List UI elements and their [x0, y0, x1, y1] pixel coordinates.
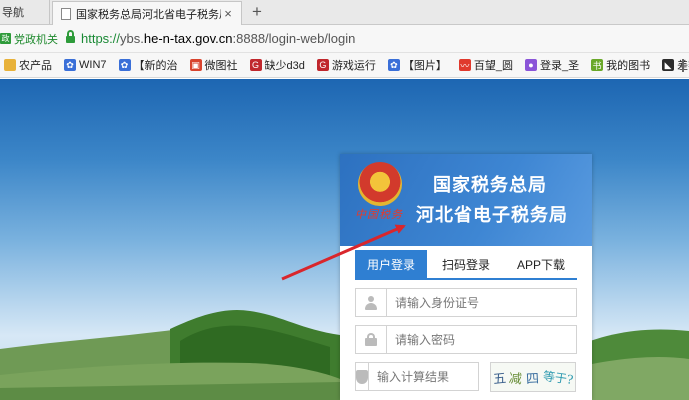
bookmarks-bar: 农产品 ✿ WIN7 ✿ 【新的治 ▣ 微图社 G 缺少d3d G 游戏运行 ✿ 【图片】〰百望_圆 ● 登… [0, 53, 689, 78]
bookmark-label: 【新的治 [133, 60, 178, 72]
bookmark-label: 游戏运行 [331, 60, 376, 72]
header-subtitle: 河北省电子税务局 [416, 205, 568, 225]
bookmark-item[interactable]: 书我的图书 [591, 57, 650, 73]
bookmark-item[interactable]: ✿ WIN7 [64, 59, 107, 71]
gov-badge-label: 党政机关 [14, 33, 58, 46]
id-number-input[interactable] [387, 290, 576, 315]
header-title: 国家税务总局 [433, 175, 547, 195]
captcha-image[interactable]: 五 减 四 等于? [490, 362, 576, 392]
login-header: 中国税务 国家税务总局 河北省电子税务局 [340, 154, 592, 246]
tab-user-login[interactable]: 用户登录 [355, 250, 427, 278]
tab-scan-login[interactable]: 扫码登录 [427, 250, 505, 278]
picture-icon: ▣ [189, 59, 202, 71]
emblem-text: 中国税务 [355, 208, 403, 221]
bookmark-item[interactable]: G 游戏运行 [316, 57, 376, 73]
password-field[interactable] [355, 325, 577, 354]
bookmarks-more-icon[interactable] [682, 59, 685, 72]
login-tabs: 用户登录 扫码登录 APP下载 [355, 250, 577, 280]
paw-icon: ✿ [118, 59, 131, 71]
tab-close-icon[interactable]: × [221, 6, 235, 21]
bookmark-item[interactable]: ● 登录_圣 [524, 57, 580, 73]
address-bar[interactable]: 政 党政机关 https://ybs.he-n-tax.gov.cn:8888/… [0, 25, 689, 53]
captcha-char: 五 [492, 370, 507, 388]
gov-badge[interactable]: 政 党政机关 [0, 31, 62, 47]
bookmark-label: 农产品 [19, 60, 52, 72]
bookmark-item[interactable]: G 缺少d3d [249, 57, 305, 73]
lock-icon [356, 326, 387, 353]
password-input[interactable] [387, 327, 576, 352]
secure-lock-icon[interactable] [66, 29, 75, 44]
tab-title: 国家税务总局河北省电子税务局 [76, 8, 221, 21]
bookmark-item[interactable]: ✿ 【新的治 [118, 57, 178, 73]
book-icon: 书 [591, 59, 604, 71]
captcha-char: 四 [525, 371, 540, 387]
browser-tab-bar: 导航 国家税务总局河北省电子税务局 × + [0, 0, 689, 25]
tax-emblem-icon [358, 162, 402, 206]
url-path: :8888/login-web/login [232, 31, 356, 46]
bookmark-label: 百望_圆 [473, 60, 513, 72]
captcha-field[interactable] [355, 362, 532, 391]
id-number-field[interactable] [355, 288, 577, 317]
g-icon: G [316, 59, 329, 71]
new-tab-button[interactable]: + [247, 0, 267, 24]
paw-icon: ✿ [64, 59, 76, 71]
page-icon [61, 7, 71, 20]
tab-active[interactable]: 国家税务总局河北省电子税务局 × [52, 1, 242, 25]
wave-icon: 〰 [458, 59, 471, 71]
bookmark-item[interactable]: ✿ 【图片】 [387, 57, 447, 73]
bookmark-label: 我的图书 [606, 60, 651, 72]
bookmark-label: 【图片】 [402, 60, 447, 72]
tab-app-download[interactable]: APP下载 [505, 250, 577, 278]
bird-icon: ◣ [662, 59, 675, 71]
bookmark-item[interactable]: ▣ 微图社 [189, 57, 238, 73]
bookmark-item[interactable]: 农产品 [4, 57, 52, 73]
paw-icon: ✿ [387, 59, 400, 71]
tab-previous[interactable]: 导航 [0, 0, 50, 24]
user-icon [356, 289, 387, 316]
bookmark-label: WIN7 [79, 59, 107, 71]
bookmark-label: 登录_圣 [539, 60, 580, 72]
login-panel: 中国税务 国家税务总局 河北省电子税务局 用户登录 扫码登录 APP下载 五 减… [340, 154, 592, 400]
shield-icon [356, 363, 369, 390]
captcha-char: 减 [508, 370, 523, 388]
bookmark-label: 缺少d3d [264, 60, 305, 72]
circle-icon: ● [524, 59, 537, 71]
url-host: he-n-tax.gov.cn [143, 31, 233, 46]
bookmark-label: 微图社 [204, 60, 238, 72]
url-subdomain: ybs. [120, 31, 144, 46]
gov-badge-icon: 政 [0, 33, 11, 44]
bookmark-item[interactable]: 〰百望_圆 [458, 57, 513, 73]
tab-previous-label: 导航 [2, 7, 24, 19]
url-scheme: https:// [81, 31, 121, 46]
url-text[interactable]: https://ybs.he-n-tax.gov.cn:8888/login-w… [81, 31, 355, 46]
captcha-char: 等于? [541, 368, 574, 387]
page-content: 中国税务 国家税务总局 河北省电子税务局 用户登录 扫码登录 APP下载 五 减… [0, 79, 689, 400]
g-icon: G [249, 59, 262, 71]
folder-icon [4, 59, 16, 71]
